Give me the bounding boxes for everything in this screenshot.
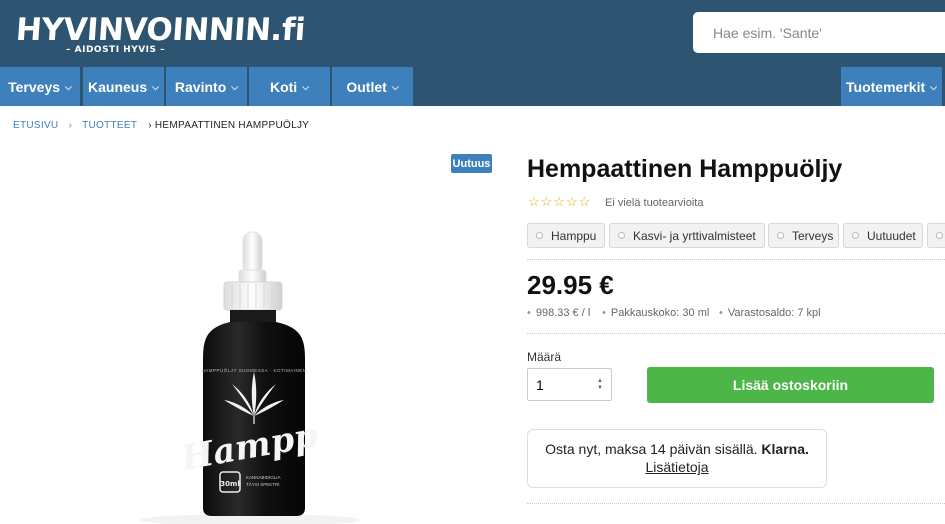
nav-label: Outlet: [346, 78, 387, 95]
product-price: 29.95 €: [527, 270, 614, 300]
chevron-down-icon: ⌵: [302, 82, 310, 92]
unit-price: • 998.33 € / l: [527, 307, 590, 319]
unit-price-value: 998.33 € / l: [535, 307, 591, 319]
klarna-text: Osta nyt, maksa 14 päivän sisällä.: [545, 441, 758, 457]
nav-outlet[interactable]: Outlet ⌵: [332, 67, 413, 106]
quantity-input[interactable]: [528, 369, 588, 400]
klarna-brand: Klarna.: [761, 441, 809, 457]
quantity-stepper: ▲▼: [527, 368, 612, 401]
radio-dot-icon: [936, 232, 943, 239]
logo-tagline: – AIDOSTI HYVIS –: [66, 45, 166, 55]
radio-dot-icon: [852, 232, 859, 239]
divider: [527, 333, 945, 334]
tag-overflow[interactable]: [927, 223, 945, 248]
klarna-more-link[interactable]: Lisätietoja: [645, 459, 708, 475]
radio-dot-icon: [777, 232, 784, 239]
nav-terveys[interactable]: Terveys ⌵: [0, 67, 80, 106]
tag-label: Hamppu: [551, 228, 597, 243]
nav-label: Koti: [269, 78, 298, 95]
chevron-down-icon: ⌵: [391, 82, 399, 92]
package-size: • Pakkauskoko: 30 ml: [602, 307, 709, 319]
tag-label: Kasvi- ja yrttivalmisteet: [633, 228, 756, 243]
klarna-box: Osta nyt, maksa 14 päivän sisällä. Klarn…: [527, 429, 827, 488]
nav-kauneus[interactable]: Kauneus ⌵: [83, 67, 164, 106]
breadcrumb-home[interactable]: ETUSIVU: [13, 120, 58, 131]
chevron-down-icon: ⌵: [152, 82, 159, 92]
breadcrumb-current: › HEMPAATTINEN HAMPPUÖLJY: [148, 120, 310, 131]
search-input[interactable]: [693, 12, 945, 53]
divider: [527, 259, 945, 260]
bullet: •: [602, 307, 606, 319]
tag-label: Uutuudet: [867, 228, 916, 243]
divider: [527, 503, 945, 504]
stepper-arrows-icon[interactable]: ▲ ▼: [597, 378, 603, 392]
nav-ravinto[interactable]: Ravinto ⌵: [166, 67, 247, 106]
tag-uutuudet[interactable]: Uutuudet: [843, 223, 923, 248]
rating-stars-icon[interactable]: ☆☆☆☆☆: [528, 194, 591, 210]
search-box: [693, 12, 945, 53]
nav-label: Ravinto: [174, 78, 227, 95]
tag-hamppu[interactable]: Hamppu: [527, 223, 605, 248]
nav-koti[interactable]: Koti ⌵: [249, 67, 330, 106]
bottle-illustration: HAMPPUÖLJY SUOMESSA · KOTIMAINEN Hampp 3…: [140, 231, 360, 524]
stock-level: • Varastosaldo: 7 kpl: [719, 307, 821, 319]
nav-label: Tuotemerkit: [846, 78, 926, 95]
tag-kasvi-ja-yrttivalmisteet[interactable]: Kasvi- ja yrttivalmisteet: [609, 223, 765, 248]
chevron-down-icon: ⌵: [930, 82, 937, 92]
nav-label: Kauneus: [88, 78, 148, 95]
product-image[interactable]: HAMPPUÖLJY SUOMESSA · KOTIMAINEN Hampp 3…: [100, 190, 420, 524]
chevron-down-icon: ⌵: [231, 82, 239, 92]
site-logo[interactable]: HYVINVOINNIN.fi – AIDOSTI HYVIS –: [15, 12, 306, 60]
new-badge: Uutuus: [451, 154, 492, 173]
tag-terveys[interactable]: Terveys: [768, 223, 839, 248]
bullet: •: [527, 307, 531, 319]
package-size-value: Pakkauskoko: 30 ml: [610, 307, 710, 319]
logo-text: HYVINVOINNIN.fi: [14, 12, 307, 48]
breadcrumb-separator: ›: [68, 120, 73, 131]
bottle-volume: 30ml: [220, 480, 239, 488]
stock-level-value: Varastosaldo: 7 kpl: [727, 307, 821, 319]
nav-label: Terveys: [8, 78, 61, 95]
breadcrumb-products[interactable]: TUOTTEET: [82, 120, 137, 131]
chevron-down-icon: ⌵: [65, 82, 72, 92]
bullet: •: [719, 307, 723, 319]
tag-label: Terveys: [792, 228, 834, 243]
product-title: Hempaattinen Hamppuöljy: [527, 155, 843, 183]
add-to-cart-button[interactable]: Lisää ostoskoriin: [647, 367, 934, 403]
bottle-label-line2: TÄYSI SPEKTRI: [246, 481, 280, 487]
bottle-label-line1: KANNABIDIOLIA: [246, 475, 281, 480]
review-count[interactable]: Ei vielä tuotearvioita: [605, 197, 703, 209]
nav-tuotemerkit[interactable]: Tuotemerkit ⌵: [841, 67, 942, 106]
quantity-label: Määrä: [527, 350, 562, 364]
breadcrumb: ETUSIVU › TUOTTEET › HEMPAATTINEN HAMPPUÖL…: [13, 120, 309, 131]
radio-dot-icon: [618, 232, 625, 239]
radio-dot-icon: [536, 232, 543, 239]
